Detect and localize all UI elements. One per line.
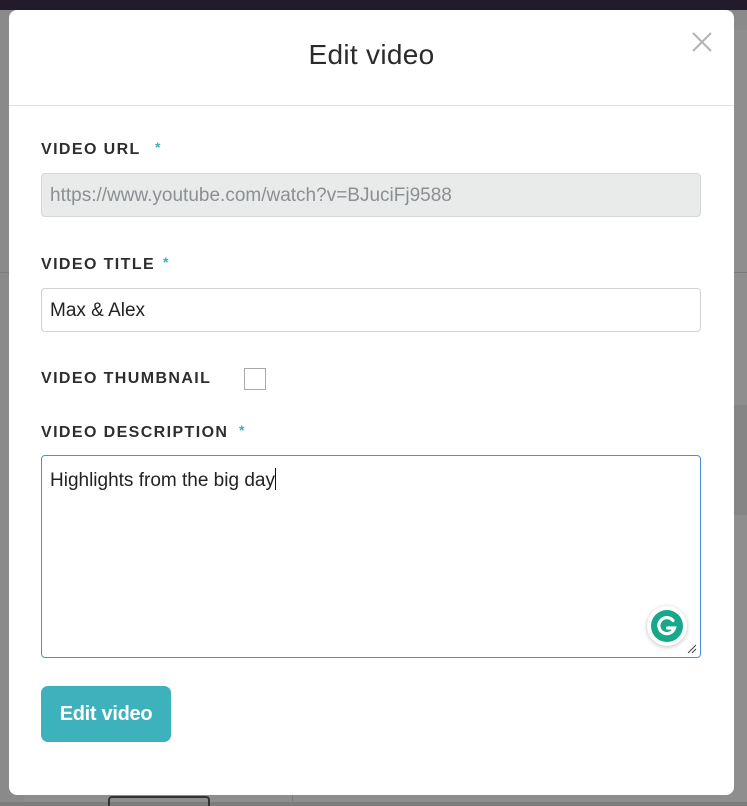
edit-video-button[interactable]: Edit video <box>41 686 171 742</box>
video-description-label: VIDEO DESCRIPTION * <box>41 422 244 442</box>
video-url-input[interactable]: https://www.youtube.com/watch?v=BJuciFj9… <box>41 173 701 217</box>
modal-title: Edit video <box>308 39 435 70</box>
background-illustration <box>108 796 210 806</box>
video-description-label-text: VIDEO DESCRIPTION <box>41 424 229 441</box>
close-button[interactable] <box>690 30 714 54</box>
video-thumbnail-checkbox[interactable] <box>244 368 266 390</box>
video-url-label: VIDEO URL * <box>41 139 160 159</box>
top-bar <box>0 0 747 10</box>
video-title-input[interactable]: Max & Alex <box>41 288 701 332</box>
video-thumbnail-label: VIDEO THUMBNAIL <box>41 370 212 387</box>
modal-header: Edit video <box>9 10 734 106</box>
grammarly-button[interactable] <box>647 606 687 646</box>
resize-handle-icon[interactable] <box>685 642 697 654</box>
video-description-text: Highlights from the big day <box>50 470 275 491</box>
edit-video-modal: Edit video VIDEO URL * https://www.youtu… <box>9 10 734 795</box>
video-description-textarea[interactable]: Highlights from the big day <box>41 455 701 658</box>
grammarly-icon <box>651 610 683 642</box>
video-url-label-text: VIDEO URL <box>41 141 141 158</box>
required-mark: * <box>163 254 170 270</box>
close-icon <box>692 32 712 52</box>
video-title-label: VIDEO TITLE * <box>41 254 168 274</box>
text-caret <box>274 468 276 490</box>
required-mark: * <box>155 139 162 155</box>
required-mark: * <box>239 422 246 438</box>
video-title-label-text: VIDEO TITLE <box>41 256 156 273</box>
